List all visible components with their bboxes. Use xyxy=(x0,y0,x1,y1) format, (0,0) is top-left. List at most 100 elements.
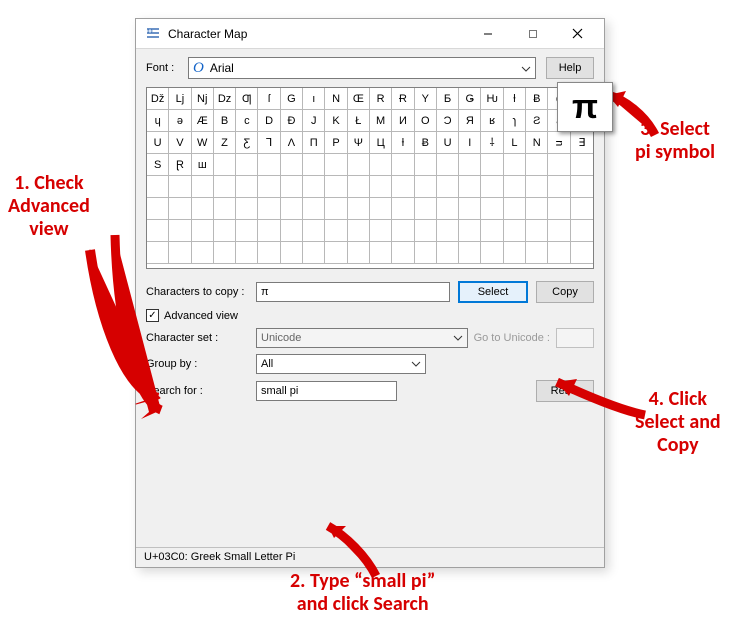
grid-cell[interactable] xyxy=(437,242,459,264)
grid-cell[interactable] xyxy=(214,154,236,176)
grid-cell[interactable] xyxy=(303,176,325,198)
grid-cell[interactable]: O xyxy=(415,110,437,132)
grid-cell[interactable]: Ɔ xyxy=(437,110,459,132)
grid-cell[interactable] xyxy=(548,220,570,242)
grid-cell[interactable]: Π xyxy=(303,132,325,154)
grid-cell[interactable] xyxy=(459,242,481,264)
grid-cell[interactable]: ſ xyxy=(258,88,280,110)
grid-cell[interactable]: N xyxy=(325,88,347,110)
grid-cell[interactable] xyxy=(303,198,325,220)
select-button[interactable]: Select xyxy=(458,281,528,303)
grid-cell[interactable]: N xyxy=(526,132,548,154)
grid-cell[interactable] xyxy=(526,242,548,264)
grid-cell[interactable] xyxy=(370,176,392,198)
grid-cell[interactable]: V xyxy=(169,132,191,154)
grid-cell[interactable]: B xyxy=(214,110,236,132)
grid-cell[interactable]: Ƃ xyxy=(437,88,459,110)
grid-cell[interactable]: ∃ xyxy=(571,132,593,154)
grid-cell[interactable] xyxy=(392,176,414,198)
character-grid[interactable]: DžLjNjDzƢſGıNŒRɌYƂǤǶƚɃɋɍɥǝÆBcDÐJKŁMИOƆЯʁ… xyxy=(146,87,594,269)
grid-cell[interactable] xyxy=(392,220,414,242)
grid-cell[interactable]: S xyxy=(147,154,169,176)
grid-cell[interactable] xyxy=(281,198,303,220)
grid-cell[interactable] xyxy=(526,154,548,176)
grid-cell[interactable] xyxy=(481,154,503,176)
grid-cell[interactable]: Lj xyxy=(169,88,191,110)
grid-cell[interactable] xyxy=(459,154,481,176)
grid-cell[interactable]: Ð xyxy=(281,110,303,132)
grid-cell[interactable]: ᴝ xyxy=(548,132,570,154)
grid-cell[interactable]: Ł xyxy=(348,110,370,132)
grid-cell[interactable] xyxy=(548,176,570,198)
grid-cell[interactable] xyxy=(571,242,593,264)
grid-cell[interactable]: Ƀ xyxy=(415,132,437,154)
grid-cell[interactable] xyxy=(303,242,325,264)
grid-cell[interactable] xyxy=(571,154,593,176)
grid-cell[interactable] xyxy=(258,176,280,198)
grid-cell[interactable] xyxy=(526,198,548,220)
grid-cell[interactable]: U xyxy=(147,132,169,154)
grid-cell[interactable]: K xyxy=(325,110,347,132)
grid-cell[interactable] xyxy=(526,176,548,198)
grid-cell[interactable] xyxy=(169,198,191,220)
charset-dropdown[interactable]: Unicode xyxy=(256,328,468,348)
font-dropdown[interactable]: O Arial xyxy=(188,57,536,79)
grid-cell[interactable] xyxy=(504,154,526,176)
grid-cell[interactable] xyxy=(192,176,214,198)
grid-cell[interactable] xyxy=(504,242,526,264)
grid-cell[interactable]: ƚ xyxy=(504,88,526,110)
grid-cell[interactable]: Ɽ xyxy=(169,154,191,176)
grid-cell[interactable] xyxy=(348,154,370,176)
grid-cell[interactable] xyxy=(258,242,280,264)
grid-cell[interactable] xyxy=(281,154,303,176)
grid-cell[interactable]: Æ xyxy=(192,110,214,132)
grid-cell[interactable]: M xyxy=(370,110,392,132)
characters-to-copy-input[interactable]: π xyxy=(256,282,450,302)
grid-cell[interactable] xyxy=(236,220,258,242)
grid-cell[interactable]: Ƣ xyxy=(236,88,258,110)
grid-cell[interactable] xyxy=(415,220,437,242)
grid-cell[interactable] xyxy=(459,176,481,198)
grid-cell[interactable]: c xyxy=(236,110,258,132)
grid-cell[interactable]: Z xyxy=(214,132,236,154)
grid-cell[interactable]: ʁ xyxy=(481,110,503,132)
minimize-button[interactable] xyxy=(465,20,510,48)
grid-cell[interactable]: ɿ xyxy=(504,110,526,132)
grid-cell[interactable]: Ǥ xyxy=(459,88,481,110)
grid-cell[interactable]: Ꞁ xyxy=(258,132,280,154)
grid-cell[interactable]: ƚ xyxy=(392,132,414,154)
grid-cell[interactable]: ⸸ xyxy=(481,132,503,154)
grid-cell[interactable]: G xyxy=(281,88,303,110)
grid-cell[interactable]: Dz xyxy=(214,88,236,110)
grid-cell[interactable] xyxy=(437,154,459,176)
help-button[interactable]: Help xyxy=(546,57,594,79)
grid-cell[interactable]: И xyxy=(392,110,414,132)
search-input[interactable]: small pi xyxy=(256,381,397,401)
grid-cell[interactable] xyxy=(147,176,169,198)
grid-cell[interactable] xyxy=(214,198,236,220)
grid-cell[interactable]: ı xyxy=(303,88,325,110)
grid-cell[interactable] xyxy=(370,220,392,242)
grid-cell[interactable] xyxy=(192,198,214,220)
grid-cell[interactable]: Ƨ xyxy=(526,110,548,132)
close-button[interactable] xyxy=(555,20,600,48)
grid-cell[interactable] xyxy=(325,242,347,264)
grid-cell[interactable]: Ƹ xyxy=(236,132,258,154)
grid-cell[interactable] xyxy=(437,220,459,242)
group-dropdown[interactable]: All xyxy=(256,354,426,374)
grid-cell[interactable]: U xyxy=(437,132,459,154)
grid-cell[interactable]: Y xyxy=(415,88,437,110)
grid-cell[interactable] xyxy=(325,154,347,176)
grid-cell[interactable]: L xyxy=(504,132,526,154)
grid-cell[interactable]: Ρ xyxy=(325,132,347,154)
grid-cell[interactable] xyxy=(415,242,437,264)
maximize-button[interactable] xyxy=(510,20,555,48)
grid-cell[interactable]: Я xyxy=(459,110,481,132)
grid-cell[interactable] xyxy=(214,242,236,264)
grid-cell[interactable]: ɥ xyxy=(147,110,169,132)
grid-cell[interactable] xyxy=(415,176,437,198)
grid-cell[interactable] xyxy=(236,198,258,220)
grid-cell[interactable] xyxy=(481,242,503,264)
grid-cell[interactable]: Dž xyxy=(147,88,169,110)
grid-cell[interactable] xyxy=(548,198,570,220)
